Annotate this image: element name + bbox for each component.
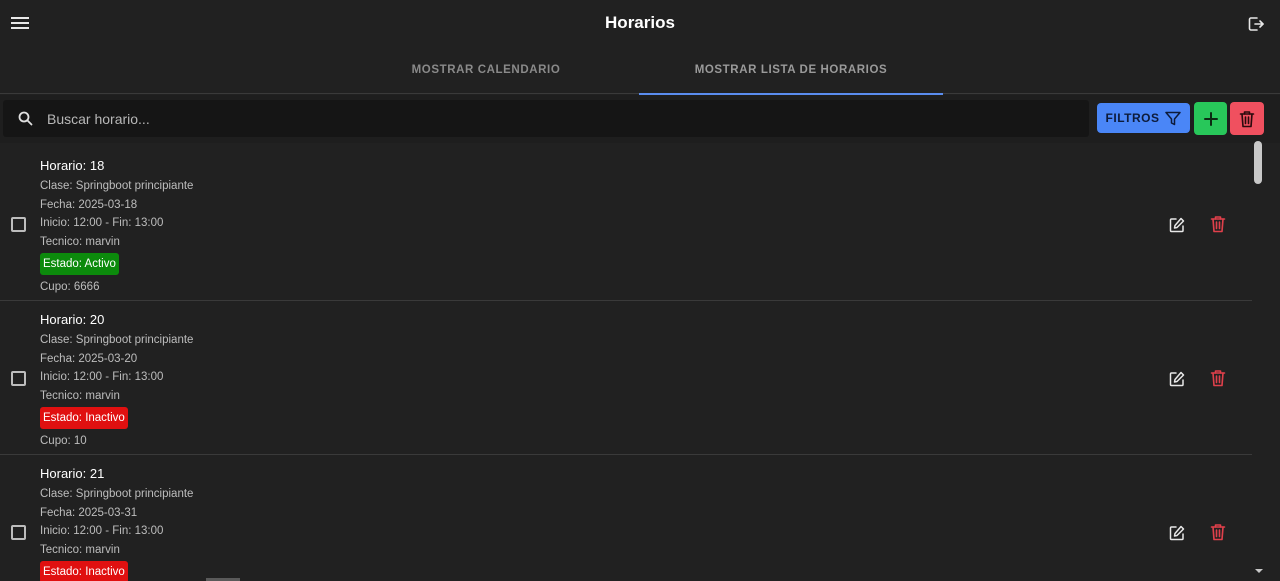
row-checkbox[interactable]: [11, 525, 26, 540]
search-icon: [3, 111, 47, 126]
item-clase: Clase: Springboot principiante: [40, 180, 194, 192]
item-info: Horario: 20 Clase: Springboot principian…: [40, 312, 193, 451]
scroll-thumb[interactable]: [1254, 141, 1262, 184]
item-clase: Clase: Springboot principiante: [40, 488, 194, 500]
list-item: Horario: 18 Clase: Springboot principian…: [0, 147, 1252, 301]
item-clase: Clase: Springboot principiante: [40, 334, 194, 346]
row-checkbox[interactable]: [11, 371, 26, 386]
status-badge: Estado: Activo: [40, 253, 119, 275]
item-title: Horario: 21: [40, 466, 105, 481]
trash-icon[interactable]: [1208, 522, 1228, 542]
tab-lista-horarios[interactable]: MOSTRAR LISTA DE HORARIOS: [639, 46, 943, 95]
item-info: Horario: 21 Clase: Springboot principian…: [40, 466, 193, 581]
filter-button[interactable]: FILTROS: [1097, 103, 1190, 133]
trash-icon: [1239, 110, 1255, 127]
status-badge: Estado: Inactivo: [40, 407, 128, 429]
item-title: Horario: 18: [40, 158, 105, 173]
add-button[interactable]: [1194, 102, 1227, 135]
logout-icon[interactable]: [1244, 12, 1268, 36]
plus-icon: [1203, 111, 1218, 126]
app-header: Horarios: [0, 0, 1280, 46]
filter-icon: [1165, 111, 1182, 125]
search-input[interactable]: [47, 110, 1089, 127]
trash-icon[interactable]: [1208, 368, 1228, 388]
delete-selected-button[interactable]: [1230, 102, 1264, 135]
scrollbar[interactable]: [1252, 140, 1266, 581]
edit-icon[interactable]: [1167, 369, 1187, 389]
edit-icon[interactable]: [1167, 523, 1187, 543]
filter-button-label: FILTROS: [1105, 111, 1160, 125]
row-checkbox[interactable]: [11, 217, 26, 232]
item-horas: Inicio: 12:00 - Fin: 13:00: [40, 371, 164, 383]
item-fecha: Fecha: 2025-03-31: [40, 506, 138, 519]
trash-icon[interactable]: [1208, 214, 1228, 234]
scroll-down-icon[interactable]: [1254, 567, 1264, 575]
item-info: Horario: 18 Clase: Springboot principian…: [40, 158, 193, 297]
item-fecha: Fecha: 2025-03-20: [40, 352, 138, 365]
page-title: Horarios: [605, 13, 675, 32]
status-badge: Estado: Inactivo: [40, 561, 128, 581]
tab-calendario[interactable]: MOSTRAR CALENDARIO: [334, 46, 638, 94]
item-horas: Inicio: 12:00 - Fin: 13:00: [40, 217, 164, 229]
edit-icon[interactable]: [1167, 215, 1187, 235]
item-tecnico: Tecnico: marvin: [40, 235, 120, 248]
item-tecnico: Tecnico: marvin: [40, 543, 120, 556]
item-horas: Inicio: 12:00 - Fin: 13:00: [40, 525, 164, 537]
item-fecha: Fecha: 2025-03-18: [40, 198, 138, 211]
list-item: Horario: 20 Clase: Springboot principian…: [0, 301, 1252, 455]
search-box: [3, 100, 1089, 137]
toolbar: FILTROS: [0, 95, 1280, 143]
item-cupo: Cupo: 6666: [40, 281, 100, 293]
item-title: Horario: 20: [40, 312, 105, 327]
list-item: Horario: 21 Clase: Springboot principian…: [0, 455, 1252, 581]
schedule-list: Horario: 18 Clase: Springboot principian…: [0, 147, 1252, 581]
view-tabs: MOSTRAR CALENDARIO MOSTRAR LISTA DE HORA…: [0, 46, 1280, 95]
item-cupo: Cupo: 10: [40, 435, 87, 447]
item-tecnico: Tecnico: marvin: [40, 389, 120, 402]
